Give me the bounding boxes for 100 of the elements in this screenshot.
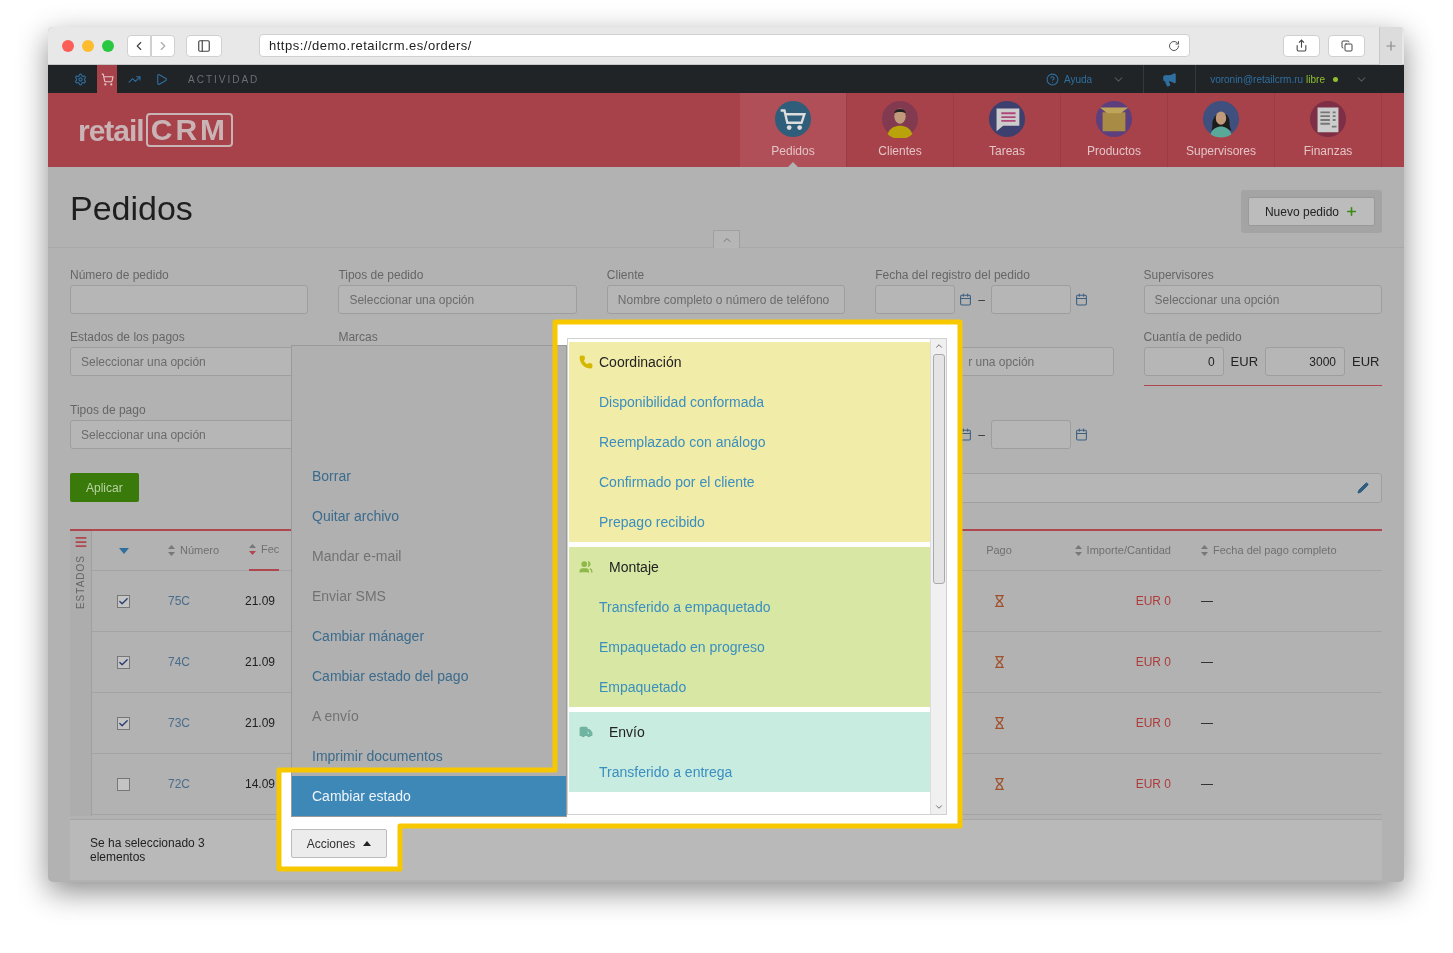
- cart-tool[interactable]: [97, 65, 117, 93]
- logo-mark: CRM: [145, 113, 234, 147]
- field-label: Tipos de pedido: [338, 267, 425, 283]
- status-option[interactable]: Transferido a empaquetado: [599, 596, 771, 618]
- sidebar-label: ESTADOS: [74, 555, 87, 610]
- close-icon[interactable]: [62, 39, 74, 52]
- field-label: Fecha del registro del pedido: [875, 267, 1031, 283]
- field-label: Estados de los pagos: [70, 329, 186, 345]
- field-label: Marcas: [338, 329, 379, 345]
- scroll-down-icon[interactable]: [933, 802, 944, 812]
- nav-tab[interactable]: Pedidos: [740, 93, 847, 167]
- reload-icon[interactable]: [1168, 39, 1180, 52]
- truck-icon: [579, 725, 593, 739]
- status-option[interactable]: Prepago recibido: [599, 511, 705, 533]
- order-number-link[interactable]: 73C: [168, 716, 190, 730]
- field-label: Número de pedido: [70, 267, 170, 283]
- back-button[interactable]: [127, 34, 151, 57]
- status-sidebar[interactable]: ESTADOS: [70, 531, 92, 816]
- scrollbar-thumb[interactable]: [932, 354, 945, 584]
- user-email-link[interactable]: voronin@retailcrm.ru: [1210, 71, 1304, 87]
- status-option[interactable]: Empaquetado: [599, 676, 687, 698]
- new-order-button[interactable]: Nuevo pedido: [1247, 197, 1375, 226]
- column-header[interactable]: Fecha del pago completo: [1201, 530, 1337, 571]
- date-field[interactable]: [990, 285, 1071, 314]
- sort-icon: [168, 545, 175, 556]
- table-cell: —: [1201, 655, 1213, 669]
- row-checkbox[interactable]: [117, 716, 130, 730]
- order-number-link[interactable]: 74C: [168, 655, 190, 669]
- row-checkbox[interactable]: [117, 594, 130, 608]
- scroll-up-icon[interactable]: [933, 341, 944, 351]
- forward-button[interactable]: [151, 34, 175, 57]
- collapse-tab[interactable]: [713, 230, 740, 248]
- menu-item[interactable]: Quitar archivo: [292, 496, 566, 536]
- tabs-button[interactable]: [1328, 34, 1365, 57]
- table-cell: —: [1201, 777, 1213, 791]
- share-button[interactable]: [1283, 34, 1320, 57]
- text-field[interactable]: [70, 285, 309, 314]
- apply-button[interactable]: Aplicar: [70, 473, 139, 502]
- sidebar-icon: [197, 38, 211, 53]
- caret-down-icon[interactable]: [118, 547, 129, 554]
- active-pointer-icon: [788, 162, 798, 167]
- table-cell-text: EUR 0: [1135, 715, 1171, 732]
- maximize-icon[interactable]: [102, 39, 114, 52]
- status-option[interactable]: Disponibilidad conformada: [599, 391, 764, 413]
- tabs-icon: [1340, 39, 1353, 52]
- order-number-link[interactable]: 75C: [168, 594, 190, 608]
- group-heading: Coordinación: [599, 352, 682, 372]
- help-link[interactable]: Ayuda: [1063, 71, 1093, 87]
- calendar-icon[interactable]: [1074, 428, 1088, 441]
- hourglass-icon: [992, 716, 1006, 730]
- row-checkbox[interactable]: [117, 777, 130, 791]
- amount-field[interactable]: 3000: [1265, 347, 1346, 376]
- menu-item[interactable]: Cambiar mánager: [292, 616, 566, 656]
- row-checkbox[interactable]: [117, 655, 130, 669]
- range-separator: –: [978, 291, 985, 309]
- calendar-icon[interactable]: [959, 293, 973, 306]
- page-title: Pedidos: [70, 188, 193, 229]
- menu-item[interactable]: Cambiar estado del pago: [292, 656, 566, 696]
- sort-icon: [1201, 545, 1208, 556]
- calendar-icon[interactable]: [1074, 293, 1088, 306]
- table-cell: 14.09: [245, 777, 276, 791]
- new-tab-button[interactable]: [1379, 27, 1402, 65]
- table-cell: —: [1201, 716, 1213, 730]
- cart-icon: [774, 100, 812, 138]
- select-field[interactable]: Seleccionar una opción: [1143, 285, 1382, 314]
- column-header[interactable]: Importe/Cantidad: [1074, 530, 1171, 571]
- menu-item[interactable]: Cambiar estado: [292, 776, 566, 816]
- edit-icon[interactable]: [1357, 482, 1369, 494]
- date-field[interactable]: [875, 285, 956, 314]
- date-field[interactable]: [990, 420, 1071, 449]
- currency-label: EUR: [1230, 352, 1259, 371]
- status-option[interactable]: Empaquetado en progreso: [599, 636, 765, 658]
- address-bar[interactable]: https://demo.retailcrm.es/orders/: [259, 34, 1190, 57]
- group-heading: Envío: [609, 722, 645, 742]
- minimize-icon[interactable]: [82, 39, 94, 52]
- status-option[interactable]: Reemplazado con análogo: [599, 431, 766, 453]
- range-separator: –: [978, 426, 985, 444]
- status-option[interactable]: Transferido a entrega: [599, 761, 733, 783]
- select-field[interactable]: Nombre completo o número de teléfono: [606, 285, 846, 314]
- column-header[interactable]: Fec: [249, 530, 280, 571]
- scrollbar[interactable]: [930, 339, 946, 814]
- menu-item[interactable]: Borrar: [292, 456, 566, 496]
- sort-icon: [249, 544, 256, 555]
- table-cell: 21.09: [245, 655, 276, 669]
- amount-field[interactable]: 0: [1143, 347, 1224, 376]
- megaphone-icon[interactable]: [1162, 71, 1178, 87]
- menu-icon[interactable]: [73, 535, 88, 549]
- field-label: Cliente: [606, 267, 646, 283]
- order-number-link[interactable]: 72C: [168, 777, 190, 791]
- currency-label: EUR: [1352, 352, 1380, 371]
- help-icon[interactable]: [1045, 72, 1059, 86]
- actions-button[interactable]: Acciones: [291, 829, 387, 858]
- people-icon: [579, 560, 593, 574]
- column-header[interactable]: Número: [168, 530, 220, 571]
- status-option[interactable]: Confirmado por el cliente: [599, 471, 755, 493]
- settings-icon: [73, 72, 87, 86]
- menu-item[interactable]: Imprimir documentos: [292, 736, 566, 776]
- select-field[interactable]: Seleccionar una opción: [338, 285, 577, 314]
- sidebar-button[interactable]: [186, 34, 222, 57]
- plan-label: libre: [1306, 72, 1325, 87]
